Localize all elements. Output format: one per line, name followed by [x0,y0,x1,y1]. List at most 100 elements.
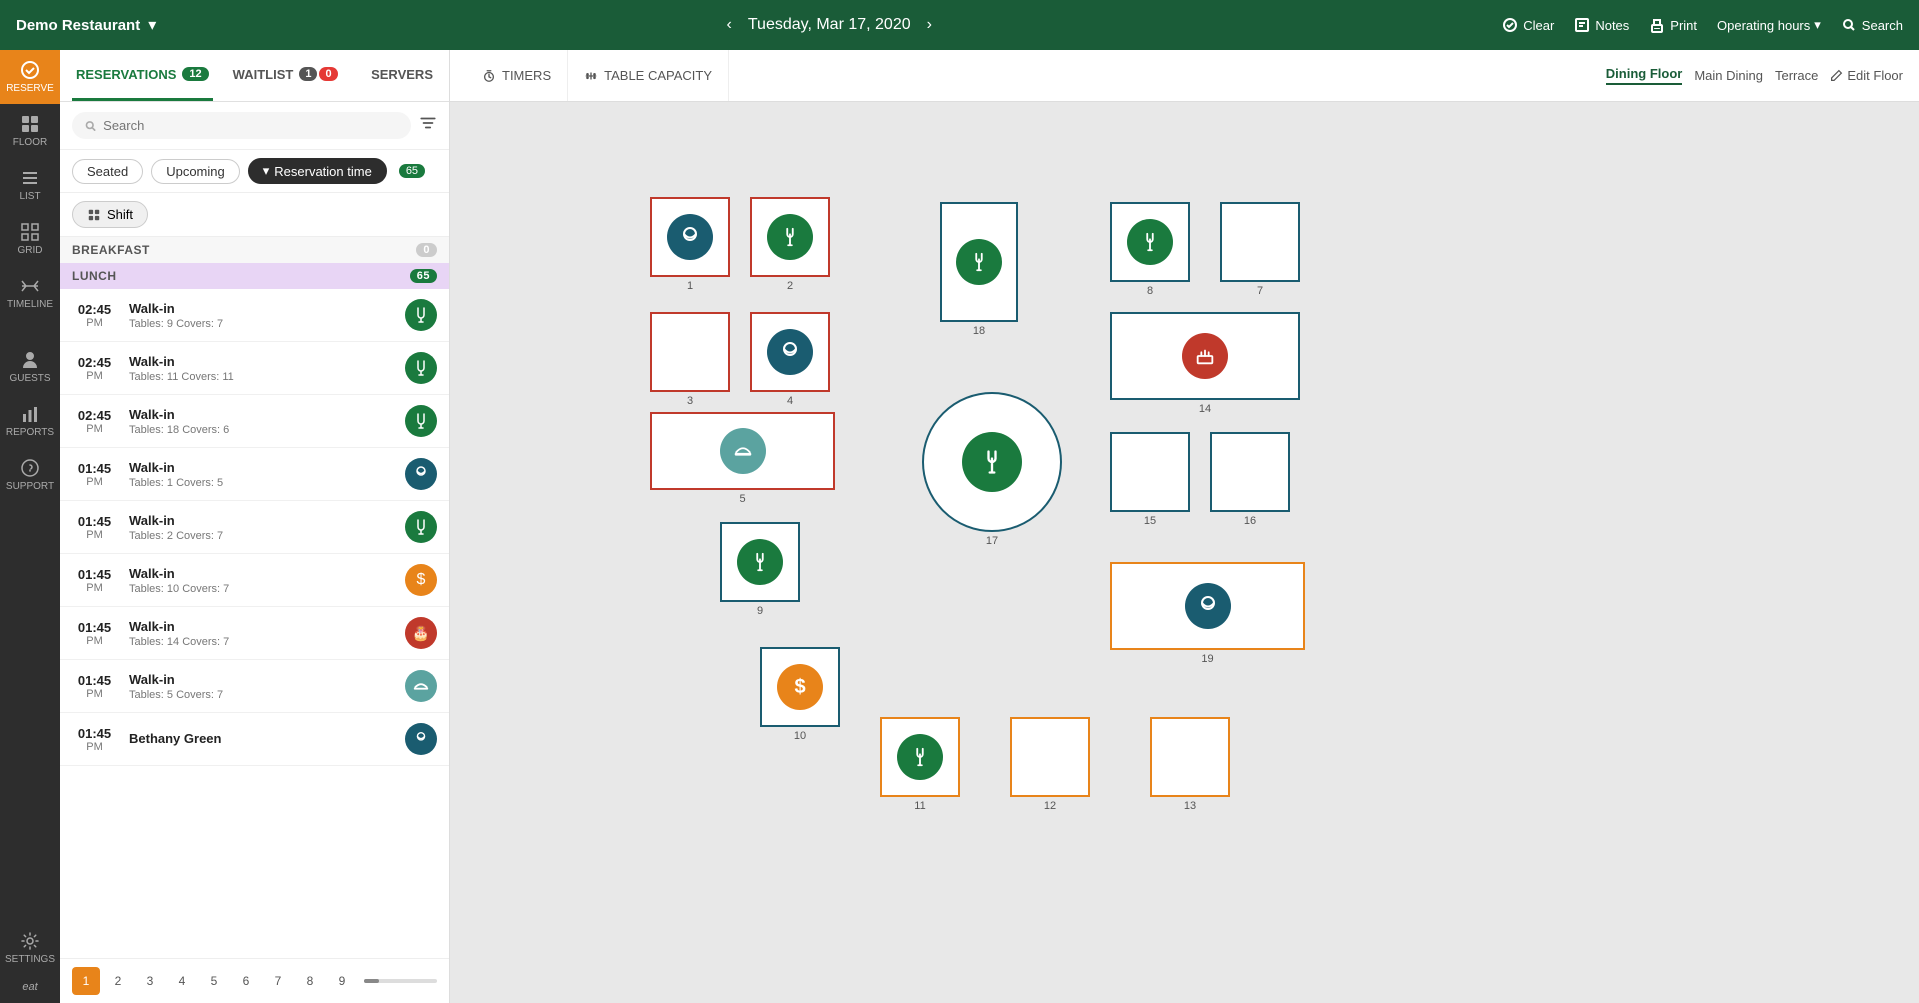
search-input[interactable] [103,118,399,133]
current-date: Tuesday, Mar 17, 2020 [748,16,911,34]
page-btn-6[interactable]: 6 [232,967,260,995]
section-breakfast-label: BREAKFAST [72,243,150,257]
table-row[interactable]: 01:45 PM Walk-in Tables: 5 Covers: 7 [60,660,449,713]
table-7[interactable]: 7 [1220,202,1300,297]
table-12[interactable]: 12 [1010,717,1090,812]
reservation-count-badge: 65 [399,164,425,178]
page-btn-1[interactable]: 1 [72,967,100,995]
sidebar-item-support[interactable]: SUPPORT [0,448,60,502]
table-2[interactable]: 2 [750,197,830,292]
res-time: 01:45 PM [72,567,117,594]
sidebar-bottom: SETTINGS eat [0,921,60,1003]
table-14[interactable]: 14 [1110,312,1300,415]
sidebar-item-reserve[interactable]: RESERVE [0,50,60,104]
clear-button[interactable]: Clear [1502,17,1554,33]
search-bar [60,102,449,150]
sidebar-item-floor[interactable]: FLOOR [0,104,60,158]
sidebar-item-reports[interactable]: REPORTS [0,394,60,448]
sidebar-label-guests: GUESTS [9,373,50,384]
table-19[interactable]: 19 [1110,562,1305,665]
page-btn-9[interactable]: 9 [328,967,356,995]
table-13[interactable]: 13 [1150,717,1230,812]
res-icon [405,299,437,331]
notes-button[interactable]: Notes [1574,17,1629,33]
page-btn-7[interactable]: 7 [264,967,292,995]
res-icon [405,405,437,437]
floor-selector: Dining Floor Main Dining Terrace Edit Fl… [1606,66,1903,85]
tab-reservations-label: RESERVATIONS [76,67,176,82]
table-15[interactable]: 15 [1110,432,1190,527]
tab-timers-label: TIMERS [502,68,551,83]
table-11[interactable]: 11 [880,717,960,812]
search-button[interactable]: Search [1841,17,1903,33]
table-8[interactable]: 8 [1110,202,1190,297]
operating-hours-button[interactable]: Operating hours ▾ [1717,17,1821,33]
floor-main-dining[interactable]: Main Dining [1694,68,1763,83]
tab-waitlist[interactable]: WAITLIST 1 0 [229,50,342,101]
table-row[interactable]: 01:45 PM Walk-in Tables: 2 Covers: 7 [60,501,449,554]
table-10[interactable]: $ 10 [760,647,840,742]
tab-table-capacity[interactable]: TABLE CAPACITY [568,50,729,101]
edit-floor-button[interactable]: Edit Floor [1830,68,1903,83]
sidebar-item-settings[interactable]: SETTINGS [0,921,60,975]
table-3[interactable]: 3 [650,312,730,407]
print-button[interactable]: Print [1649,17,1697,33]
shift-icon [87,208,101,222]
tab-servers[interactable]: SERVERS [367,50,437,101]
res-details: Walk-in Tables: 18 Covers: 6 [129,407,393,436]
res-details: Walk-in Tables: 11 Covers: 11 [129,354,393,383]
sidebar-item-grid[interactable]: GRID [0,212,60,266]
floor-dining[interactable]: Dining Floor [1606,66,1683,85]
tab-timers[interactable]: TIMERS [466,50,568,101]
tab-reservations[interactable]: RESERVATIONS 12 [72,50,213,101]
sidebar-label-support: SUPPORT [6,481,54,492]
restaurant-chevron-icon[interactable]: ▾ [148,15,156,35]
page-btn-5[interactable]: 5 [200,967,228,995]
page-btn-4[interactable]: 4 [168,967,196,995]
restaurant-selector[interactable]: Demo Restaurant ▾ [16,15,156,35]
table-4[interactable]: 4 [750,312,830,407]
search-input-wrap[interactable] [72,112,411,139]
page-btn-3[interactable]: 3 [136,967,164,995]
prev-date-icon[interactable]: ‹ [727,16,732,34]
sidebar-label-grid: GRID [18,245,43,256]
table-5[interactable]: 5 [650,412,835,505]
sidebar-item-guests[interactable]: GUESTS [0,340,60,394]
res-icon [405,670,437,702]
chip-reservation-time[interactable]: ▾ Reservation time [248,158,387,184]
table-row[interactable]: 01:45 PM Bethany Green [60,713,449,766]
sidebar-item-list[interactable]: LIST [0,158,60,212]
waitlist-badge-num: 1 [299,67,317,81]
table-row[interactable]: 01:45 PM Walk-in Tables: 1 Covers: 5 [60,448,449,501]
table-row[interactable]: 02:45 PM Walk-in Tables: 9 Covers: 7 [60,289,449,342]
edit-icon [1830,69,1843,82]
res-time: 02:45 PM [72,355,117,382]
table-17[interactable]: 17 [922,392,1062,547]
table-row[interactable]: 02:45 PM Walk-in Tables: 18 Covers: 6 [60,395,449,448]
page-btn-8[interactable]: 8 [296,967,324,995]
sidebar-label-floor: FLOOR [13,137,47,148]
page-btn-2[interactable]: 2 [104,967,132,995]
table-row[interactable]: 01:45 PM Walk-in Tables: 14 Covers: 7 🎂 [60,607,449,660]
next-date-icon[interactable]: › [927,16,932,34]
chip-upcoming[interactable]: Upcoming [151,159,240,184]
table-row[interactable]: 02:45 PM Walk-in Tables: 11 Covers: 11 [60,342,449,395]
res-details: Walk-in Tables: 14 Covers: 7 [129,619,393,648]
res-icon: $ [405,564,437,596]
table-1[interactable]: 1 [650,197,730,292]
section-breakfast-badge: 0 [416,243,437,257]
res-icon [405,511,437,543]
res-icon [405,458,437,490]
table-row[interactable]: 01:45 PM Walk-in Tables: 10 Covers: 7 $ [60,554,449,607]
table-18[interactable]: 18 [940,202,1018,337]
res-time: 01:45 PM [72,620,117,647]
table-9[interactable]: 9 [720,522,800,617]
sidebar-item-timeline[interactable]: TIMELINE [0,266,60,320]
res-details: Walk-in Tables: 1 Covers: 5 [129,460,393,489]
tab-waitlist-label: WAITLIST [233,67,294,82]
floor-terrace[interactable]: Terrace [1775,68,1818,83]
shift-button[interactable]: Shift [72,201,148,228]
chip-seated[interactable]: Seated [72,159,143,184]
filter-icon[interactable] [419,114,437,137]
table-16[interactable]: 16 [1210,432,1290,527]
